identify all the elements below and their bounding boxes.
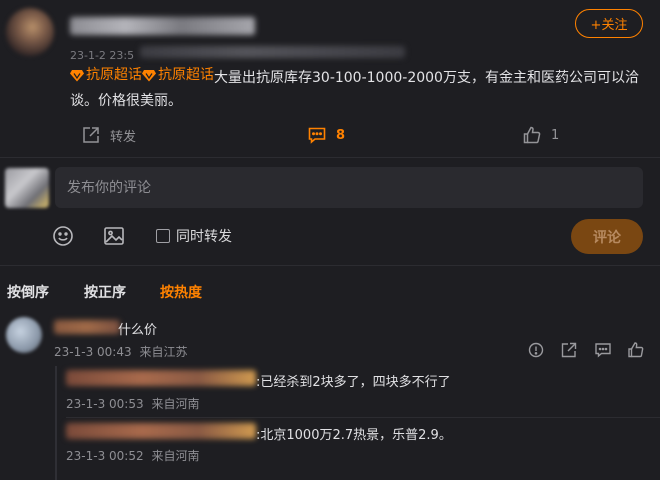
divider <box>0 265 660 266</box>
comment-meta: 23-1-3 00:43 来自江苏 <box>54 343 187 360</box>
repost-together-checkbox[interactable]: 同时转发 <box>156 226 232 246</box>
like-action[interactable]: 1 <box>523 124 559 146</box>
like-count: 1 <box>551 127 560 143</box>
reply-meta: 23-1-3 00:53 来自河南 <box>66 395 199 412</box>
topic-label-1: 抗原超话 <box>86 67 142 83</box>
smiley-icon[interactable] <box>52 225 74 247</box>
share-icon <box>83 127 99 143</box>
repost-label: 转发 <box>110 129 137 145</box>
reply-author-redacted[interactable] <box>66 423 256 439</box>
comment-icon <box>308 127 326 144</box>
follow-label: +关注 <box>590 18 628 33</box>
commenter-avatar[interactable] <box>6 317 42 353</box>
follow-button[interactable]: +关注 <box>575 9 643 38</box>
alert-icon[interactable] <box>528 342 544 358</box>
reply-date: 23-1-3 00:52 <box>66 449 144 463</box>
tab-sort-asc[interactable]: 按正序 <box>84 282 126 302</box>
reply-author-redacted[interactable] <box>66 370 256 386</box>
divider <box>0 157 660 158</box>
reply-text: :已经杀到2块多了，四块多不行了 <box>256 375 451 390</box>
comment-text: 什么价 <box>118 323 158 338</box>
topic-link-2[interactable]: 抗原超话 <box>142 64 214 87</box>
image-icon[interactable] <box>103 225 125 247</box>
comment-location: 来自江苏 <box>139 345 188 359</box>
reply-location: 来自河南 <box>151 397 200 411</box>
reply-location: 来自河南 <box>151 449 200 463</box>
checkbox-box[interactable] <box>156 229 170 243</box>
repost-together-label: 同时转发 <box>176 229 232 245</box>
tab-sort-hot[interactable]: 按热度 <box>160 282 202 302</box>
submit-label: 评论 <box>593 229 621 246</box>
comment-icon[interactable] <box>595 342 611 358</box>
thumbs-up-icon[interactable] <box>628 342 644 358</box>
thumbs-up-icon <box>523 126 541 144</box>
comment-date: 23-1-3 00:43 <box>54 345 132 359</box>
my-avatar <box>5 168 49 208</box>
submit-comment-button[interactable]: 评论 <box>571 219 643 254</box>
commenter-name-redacted[interactable] <box>54 320 120 334</box>
reply-thread-line <box>55 366 57 480</box>
comment-input[interactable] <box>55 167 643 208</box>
reply-date: 23-1-3 00:53 <box>66 397 144 411</box>
author-avatar[interactable] <box>6 8 54 56</box>
reply-text: :北京1000万2.7热景，乐普2.9。 <box>256 428 452 443</box>
author-name-redacted[interactable] <box>70 17 255 35</box>
topic-link-1[interactable]: 抗原超话 <box>70 64 142 87</box>
post-source-redacted <box>140 46 405 58</box>
diamond-icon <box>70 70 84 82</box>
tab-sort-desc[interactable]: 按倒序 <box>7 282 49 302</box>
diamond-icon <box>142 70 156 82</box>
comment-action[interactable]: 8 <box>308 124 345 146</box>
topic-label-2: 抗原超话 <box>158 67 214 83</box>
comment-count: 8 <box>336 127 346 143</box>
share-icon[interactable] <box>561 342 577 358</box>
post-date-text: 23-1-2 23:5 <box>70 49 135 62</box>
reply-meta: 23-1-3 00:52 来自河南 <box>66 447 199 464</box>
divider <box>66 417 660 418</box>
post-date: 23-1-2 23:5 <box>70 44 134 63</box>
repost-action[interactable]: 转发 <box>82 124 136 146</box>
post-body: 抗原超话 抗原超话 大量出抗原库存30-100-1000-2000万支，有金主和… <box>70 64 645 113</box>
